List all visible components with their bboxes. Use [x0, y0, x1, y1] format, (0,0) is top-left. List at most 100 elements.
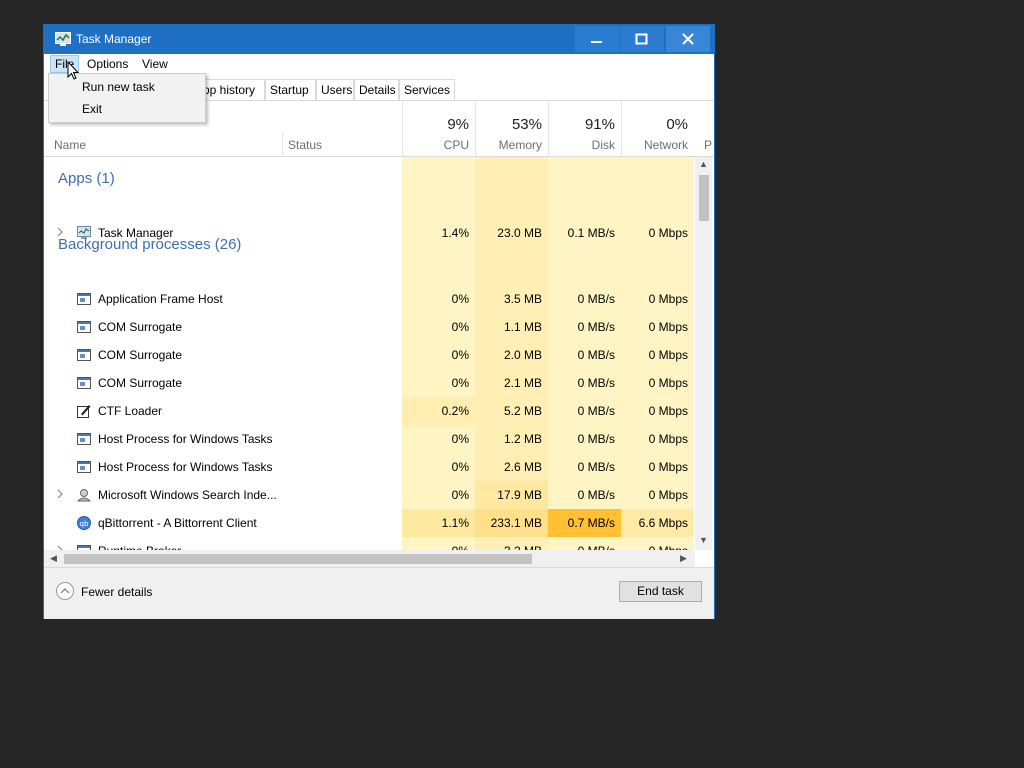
process-name: qBittorrent - A Bittorrent Client — [98, 516, 257, 530]
chevron-up-circle-icon[interactable] — [56, 582, 74, 600]
scroll-down-icon[interactable]: ▼ — [699, 535, 708, 545]
disk-value: 0 MB/s — [577, 292, 615, 306]
disk-value: 0 MB/s — [577, 404, 615, 418]
horizontal-scroll-thumb[interactable] — [64, 554, 532, 564]
memory-value: 23.0 MB — [497, 226, 542, 240]
fewer-details-link[interactable]: Fewer details — [81, 585, 152, 599]
table-row[interactable]: Host Process for Windows Tasks 0% 1.2 MB 0 … — [44, 425, 694, 453]
cpu-value: 0% — [451, 348, 469, 362]
column-memory[interactable]: 53% Memory — [475, 100, 548, 156]
end-task-button[interactable]: End task — [619, 581, 702, 602]
table-row[interactable]: qb qBittorrent - A Bittorrent Client 1.1% 2… — [44, 509, 694, 537]
network-percent: 0% — [666, 116, 688, 133]
scroll-left-icon[interactable]: ◀ — [50, 553, 57, 564]
tab-users[interactable]: Users — [316, 79, 354, 100]
vertical-scroll-thumb[interactable] — [699, 175, 709, 221]
menu-item-run-new-task[interactable]: Run new task — [82, 80, 155, 94]
table-row[interactable]: CTF Loader 0.2% 5.2 MB 0 MB/s 0 Mbps — [44, 397, 694, 425]
column-cpu[interactable]: 9% CPU — [402, 100, 475, 156]
process-window-icon — [77, 376, 91, 390]
table-row[interactable]: COM Surrogate 0% 1.1 MB 0 MB/s 0 Mbps — [44, 313, 694, 341]
disk-value: 0 MB/s — [548, 537, 621, 550]
cpu-value: 0% — [402, 537, 475, 550]
column-divider — [282, 132, 283, 156]
column-power-truncated[interactable]: P — [704, 138, 712, 152]
disk-percent: 91% — [584, 116, 615, 133]
column-network[interactable]: 0% Network — [621, 100, 694, 156]
tab-app-history[interactable]: pp history — [198, 79, 265, 100]
tab-services[interactable]: Services — [399, 79, 455, 100]
table-row[interactable]: Application Frame Host 0% 3.5 MB 0 MB/s 0 Mb… — [44, 285, 694, 313]
process-name: COM Surrogate — [98, 348, 183, 362]
memory-value: 3.2 MB — [475, 537, 548, 550]
memory-value: 233.1 MB — [475, 509, 548, 537]
memory-value: 5.2 MB — [503, 404, 542, 418]
disk-value: 0 MB/s — [577, 320, 615, 334]
network-label: Network — [643, 138, 688, 152]
network-value: 0 Mbps — [648, 376, 688, 390]
cpu-value: 1.1% — [402, 509, 475, 537]
tab-details[interactable]: Details — [354, 79, 399, 100]
table-row[interactable]: Runtime Broker0%3.2 MB0 MB/s0 Mbps — [44, 537, 694, 550]
network-value: 0 Mbps — [621, 537, 694, 550]
scroll-right-icon[interactable]: ▶ — [680, 553, 687, 564]
horizontal-scrollbar[interactable]: ◀ ▶ — [44, 550, 695, 567]
network-value: 0 Mbps — [648, 460, 688, 474]
table-row[interactable]: COM Surrogate 0% 2.0 MB 0 MB/s 0 Mbps — [44, 341, 694, 369]
cpu-label: CPU — [443, 138, 469, 152]
network-value: 0 Mbps — [648, 226, 688, 240]
menu-bar: File Options View — [44, 54, 714, 74]
network-value: 0 Mbps — [648, 348, 688, 362]
process-name: CTF Loader — [98, 404, 163, 418]
memory-value: 17.9 MB — [475, 481, 548, 509]
cpu-percent: 9% — [447, 116, 469, 133]
tab-startup[interactable]: Startup — [265, 79, 316, 100]
memory-percent: 53% — [511, 116, 542, 133]
network-value: 0 Mbps — [648, 432, 688, 446]
process-window-icon — [77, 432, 91, 446]
table-row[interactable]: COM Surrogate 0% 2.1 MB 0 MB/s 0 Mbps — [44, 369, 694, 397]
group-apps[interactable]: Apps (1) — [58, 170, 115, 187]
network-value: 0 Mbps — [648, 404, 688, 418]
menu-item-exit[interactable]: Exit — [82, 102, 102, 116]
chevron-right-icon[interactable] — [56, 489, 64, 499]
memory-value: 3.5 MB — [503, 292, 542, 306]
menu-view[interactable]: View — [137, 55, 173, 73]
column-name[interactable]: Name — [54, 138, 86, 152]
table-row[interactable]: Microsoft Windows Search Inde... 0% 17.9 M… — [44, 481, 694, 509]
process-list: Apps (1) Task Manager 1.4% 23.0 MB 0.1 MB/s… — [44, 157, 694, 550]
close-button[interactable] — [666, 26, 710, 52]
search-indexer-icon — [76, 488, 92, 502]
cpu-value: 0.2% — [402, 397, 475, 425]
menu-options[interactable]: Options — [82, 55, 133, 73]
vertical-scrollbar[interactable]: ▲ ▼ — [695, 157, 712, 550]
column-status[interactable]: Status — [288, 138, 322, 152]
cpu-value: 0% — [451, 376, 469, 390]
minimize-icon — [591, 41, 602, 43]
qbittorrent-icon: qb — [77, 516, 91, 530]
network-value: 0 Mbps — [648, 488, 688, 502]
minimize-button[interactable] — [575, 26, 619, 52]
memory-value: 1.2 MB — [503, 432, 542, 446]
scroll-up-icon[interactable]: ▲ — [699, 159, 708, 169]
disk-value: 0 MB/s — [577, 376, 615, 390]
window-title: Task Manager — [76, 32, 152, 46]
cpu-value: 0% — [451, 432, 469, 446]
title-bar[interactable]: Task Manager — [44, 25, 714, 54]
group-background[interactable]: Background processes (26) — [58, 236, 241, 253]
memory-value: 2.0 MB — [503, 348, 542, 362]
disk-value: 0.7 MB/s — [548, 509, 621, 537]
memory-value: 2.6 MB — [503, 460, 542, 474]
table-row[interactable]: Host Process for Windows Tasks 0% 2.6 MB 0 … — [44, 453, 694, 481]
process-name: Host Process for Windows Tasks — [98, 432, 273, 446]
disk-value: 0.1 MB/s — [567, 226, 615, 240]
process-name: Host Process for Windows Tasks — [98, 460, 273, 474]
process-name: COM Surrogate — [98, 320, 183, 334]
column-disk[interactable]: 91% Disk — [548, 100, 621, 156]
process-window-icon — [77, 292, 91, 306]
process-name: Application Frame Host — [98, 292, 223, 306]
disk-value: 0 MB/s — [577, 348, 615, 362]
cpu-value: 1.4% — [441, 226, 469, 240]
process-name: COM Surrogate — [98, 376, 183, 390]
maximize-button[interactable] — [620, 26, 664, 52]
